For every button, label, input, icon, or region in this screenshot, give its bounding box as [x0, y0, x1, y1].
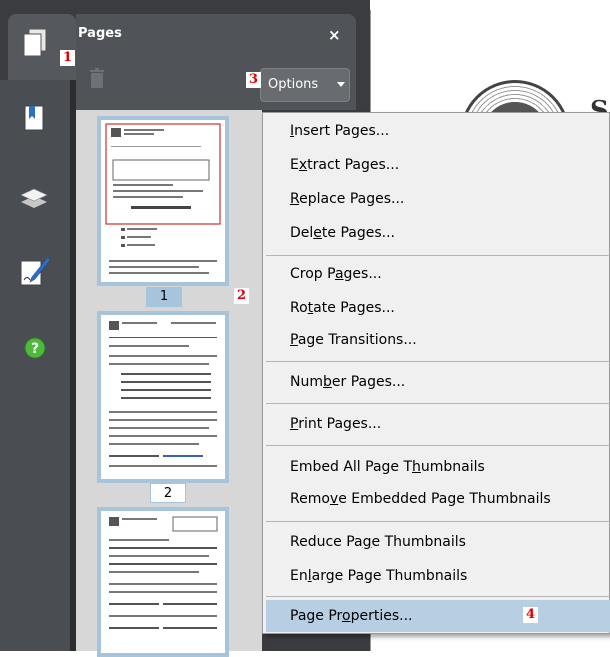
menu-item-rotate-pages[interactable]: Rotate Pages... [290, 300, 395, 316]
signature-icon[interactable] [20, 255, 51, 291]
svg-text:?: ? [31, 341, 39, 357]
layers-icon[interactable] [20, 186, 48, 216]
callout-2: 2 [234, 288, 249, 304]
menu-item-crop-pages[interactable]: Crop Pages... [290, 266, 382, 282]
menu-item-page-properties[interactable]: Page Properties... [290, 608, 412, 624]
callout-3: 3 [246, 72, 261, 88]
menu-item-extract-pages[interactable]: Extract Pages... [290, 157, 399, 173]
bookmarks-icon[interactable] [24, 105, 44, 135]
menu-item-page-transitions[interactable]: Page Transitions... [290, 332, 417, 348]
options-label: Options [268, 77, 319, 92]
page-thumbnail-3[interactable] [97, 507, 229, 657]
chevron-down-icon [337, 82, 345, 87]
menu-separator [266, 403, 610, 404]
menu-item-delete-pages[interactable]: Delete Pages... [290, 225, 395, 241]
page-thumbnail-2[interactable] [97, 311, 229, 483]
close-panel-button[interactable]: × [328, 26, 341, 44]
help-icon[interactable]: ? [24, 337, 46, 363]
trash-icon[interactable] [90, 68, 104, 88]
menu-item-embed-thumbnails[interactable]: Embed All Page Thumbnails [290, 459, 485, 475]
page-number-2: 2 [150, 483, 186, 503]
menu-item-print-pages[interactable]: Print Pages... [290, 416, 381, 432]
pages-icon[interactable] [22, 28, 48, 62]
menu-separator [266, 255, 610, 256]
menu-separator [266, 596, 610, 597]
menu-item-remove-embedded-thumbnails[interactable]: Remove Embedded Page Thumbnails [290, 491, 551, 507]
menu-separator [266, 361, 610, 362]
callout-1: 1 [60, 50, 75, 66]
menu-separator [266, 445, 610, 446]
navigation-rail [0, 80, 70, 651]
page-number-1: 1 [146, 287, 182, 307]
page-thumbnail-1[interactable] [97, 116, 229, 286]
menu-separator [266, 521, 610, 522]
menu-item-insert-pages[interactable]: Insert Pages... [290, 123, 389, 139]
menu-item-enlarge-thumbnails[interactable]: Enlarge Page Thumbnails [290, 568, 467, 584]
callout-4: 4 [523, 607, 538, 623]
menu-item-number-pages[interactable]: Number Pages... [290, 374, 405, 390]
menu-item-reduce-thumbnails[interactable]: Reduce Page Thumbnails [290, 534, 466, 550]
panel-title: Pages [78, 26, 122, 41]
menu-item-replace-pages[interactable]: Replace Pages... [290, 191, 404, 207]
